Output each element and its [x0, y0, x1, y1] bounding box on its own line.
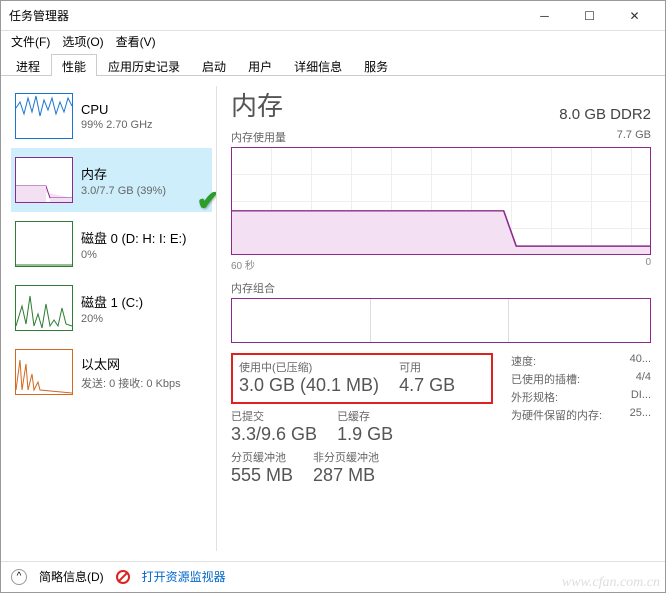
tab-app-history[interactable]: 应用历史记录 [97, 54, 191, 76]
form-label: 外形规格: [511, 389, 558, 405]
chevron-up-icon[interactable]: ^ [11, 569, 27, 585]
sidebar-cpu-sub: 99% 2.70 GHz [81, 119, 153, 131]
titlebar: 任务管理器 ─ ☐ ✕ [1, 1, 665, 31]
sidebar-disk1-title: 磁盘 1 (C:) [81, 292, 143, 311]
usage-max: 7.7 GB [617, 129, 651, 145]
window-title: 任务管理器 [9, 7, 522, 24]
axis-left: 60 秒 [231, 257, 255, 272]
inuse-value: 3.0 GB (40.1 MB) [239, 375, 379, 396]
slots-label: 已使用的插槽: [511, 371, 580, 387]
reserved-value: 25... [630, 407, 651, 423]
page-title: 内存 [231, 86, 283, 123]
tab-startup[interactable]: 启动 [191, 54, 237, 76]
sidebar-item-disk0[interactable]: 磁盘 0 (D: H: I: E:) 0% [11, 212, 212, 276]
brief-info-link[interactable]: 简略信息(D) [39, 568, 104, 585]
main-panel: 内存 8.0 GB DDR2 内存使用量 7.7 GB 60 秒 0 内存组合 … [217, 76, 665, 561]
speed-value: 40... [630, 353, 651, 369]
memory-capacity: 8.0 GB DDR2 [559, 106, 651, 123]
cached-value: 1.9 GB [337, 424, 393, 445]
sidebar-disk0-title: 磁盘 0 (D: H: I: E:) [81, 228, 186, 247]
sidebar-item-disk1[interactable]: 磁盘 1 (C:) 20% [11, 276, 212, 340]
slots-value: 4/4 [636, 371, 651, 387]
axis-right: 0 [645, 257, 651, 272]
memory-thumbnail [15, 157, 73, 203]
sidebar-item-cpu[interactable]: CPU 99% 2.70 GHz [11, 84, 212, 148]
sidebar-memory-title: 内存 [81, 164, 166, 183]
speed-label: 速度: [511, 353, 536, 369]
composition-label: 内存组合 [231, 280, 275, 296]
highlight-box: 使用中(已压缩) 3.0 GB (40.1 MB) 可用 4.7 GB [231, 353, 493, 404]
tabbar: 进程 性能 应用历史记录 启动 用户 详细信息 服务 [1, 51, 665, 76]
cached-label: 已缓存 [337, 408, 393, 424]
memory-usage-graph[interactable] [231, 147, 651, 255]
tab-users[interactable]: 用户 [237, 54, 283, 76]
resource-monitor-link[interactable]: 打开资源监视器 [142, 568, 226, 585]
ethernet-thumbnail [15, 349, 73, 395]
sidebar-disk1-sub: 20% [81, 313, 143, 325]
close-button[interactable]: ✕ [612, 2, 657, 30]
tab-processes[interactable]: 进程 [5, 54, 51, 76]
available-label: 可用 [399, 359, 455, 375]
sidebar-disk0-sub: 0% [81, 249, 186, 261]
minimize-button[interactable]: ─ [522, 2, 567, 30]
committed-label: 已提交 [231, 408, 317, 424]
sidebar: CPU 99% 2.70 GHz 内存 3.0/7.7 GB (39%) ✔ 磁… [1, 76, 216, 561]
sidebar-memory-sub: 3.0/7.7 GB (39%) [81, 185, 166, 197]
sidebar-item-ethernet[interactable]: 以太网 发送: 0 接收: 0 Kbps [11, 340, 212, 404]
watermark: www.cfan.com.cn [562, 575, 660, 591]
nonpaged-value: 287 MB [313, 465, 379, 486]
available-value: 4.7 GB [399, 375, 455, 396]
inuse-label: 使用中(已压缩) [239, 359, 379, 375]
memory-composition-graph[interactable] [231, 298, 651, 343]
disk0-thumbnail [15, 221, 73, 267]
tab-services[interactable]: 服务 [353, 54, 399, 76]
usage-label: 内存使用量 [231, 129, 286, 145]
sidebar-cpu-title: CPU [81, 102, 153, 117]
nonpaged-label: 非分页缓冲池 [313, 449, 379, 465]
checkmark-icon: ✔ [197, 184, 216, 217]
sidebar-ethernet-sub: 发送: 0 接收: 0 Kbps [81, 375, 181, 391]
paged-label: 分页缓冲池 [231, 449, 293, 465]
form-value: DI... [631, 389, 651, 405]
committed-value: 3.3/9.6 GB [231, 424, 317, 445]
disk1-thumbnail [15, 285, 73, 331]
bottombar: ^ 简略信息(D) 打开资源监视器 www.cfan.com.cn [1, 561, 665, 591]
menu-file[interactable]: 文件(F) [7, 32, 54, 51]
menu-options[interactable]: 选项(O) [58, 32, 107, 51]
cpu-thumbnail [15, 93, 73, 139]
menubar: 文件(F) 选项(O) 查看(V) [1, 31, 665, 51]
sidebar-ethernet-title: 以太网 [81, 354, 181, 373]
window-controls: ─ ☐ ✕ [522, 2, 657, 30]
sidebar-item-memory[interactable]: 内存 3.0/7.7 GB (39%) ✔ [11, 148, 212, 212]
tab-details[interactable]: 详细信息 [283, 54, 353, 76]
menu-view[interactable]: 查看(V) [112, 32, 160, 51]
reserved-label: 为硬件保留的内存: [511, 407, 602, 423]
tab-performance[interactable]: 性能 [51, 54, 97, 76]
resource-monitor-icon [116, 570, 130, 584]
paged-value: 555 MB [231, 465, 293, 486]
maximize-button[interactable]: ☐ [567, 2, 612, 30]
